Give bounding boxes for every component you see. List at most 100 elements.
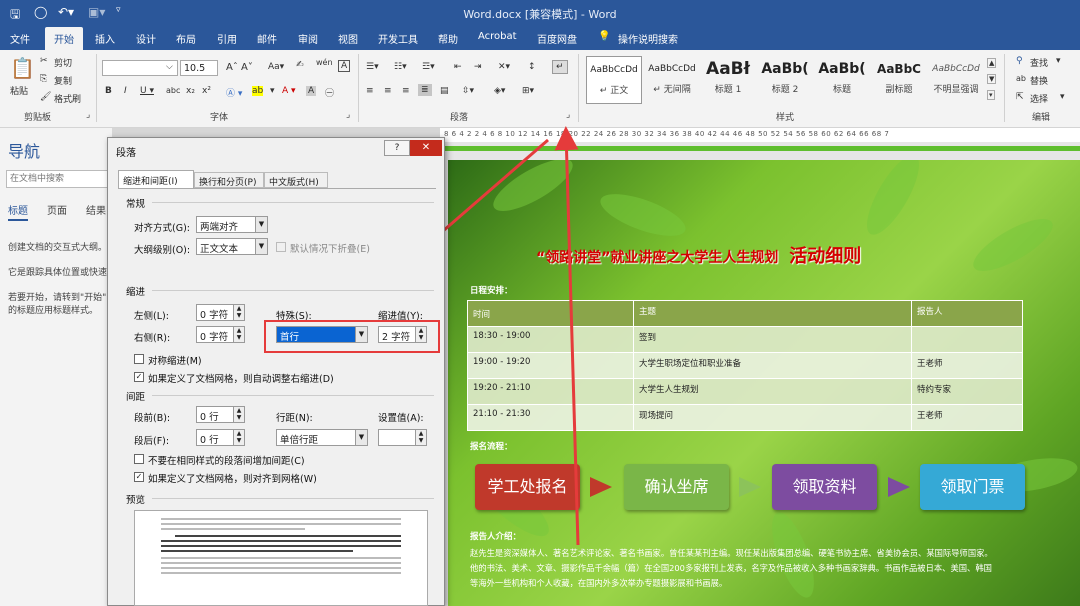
italic-icon[interactable]: I: [124, 86, 127, 96]
chinese-layout-icon[interactable]: ✕▾: [498, 62, 510, 72]
paste-button[interactable]: 粘贴: [10, 84, 28, 97]
align-right-icon[interactable]: ≡: [402, 86, 410, 96]
right-indent-input[interactable]: 0 字符: [196, 326, 234, 343]
help-button[interactable]: ?: [384, 140, 410, 156]
grow-font-icon[interactable]: Aˆ A˅: [226, 62, 253, 73]
auto-adjust-checkbox[interactable]: ✓: [134, 372, 144, 382]
cut-button[interactable]: 剪切: [54, 56, 72, 69]
style-title[interactable]: AaBb( 标题: [814, 56, 870, 104]
tab-references[interactable]: 引用: [217, 31, 237, 46]
style-heading-2[interactable]: AaBb( 标题 2: [757, 56, 813, 104]
sort-icon[interactable]: ↕: [528, 62, 536, 72]
tab-review[interactable]: 审阅: [298, 31, 318, 46]
chevron-down-icon[interactable]: ⌵: [166, 62, 173, 72]
styles-scroll-up-icon[interactable]: ▲: [987, 58, 997, 68]
multilevel-list-icon[interactable]: ☲▾: [422, 62, 435, 72]
spinner-icon[interactable]: ▲ ▼: [233, 406, 245, 423]
nav-tab-pages[interactable]: 页面: [47, 202, 67, 217]
tab-acrobat[interactable]: Acrobat: [478, 31, 517, 42]
left-indent-input[interactable]: 0 字符: [196, 304, 234, 321]
highlight-dropdown-icon[interactable]: ▾: [270, 86, 275, 96]
nav-search-input[interactable]: [6, 170, 110, 188]
copy-button[interactable]: 复制: [54, 74, 72, 87]
find-button[interactable]: 查找: [1030, 56, 1048, 69]
decrease-indent-icon[interactable]: ⇤: [454, 62, 462, 72]
outline-level-select[interactable]: 正文文本: [196, 238, 256, 255]
tab-line-page-breaks[interactable]: 换行和分页(P): [194, 172, 264, 188]
subscript-icon[interactable]: x₂: [186, 86, 195, 96]
justify-icon[interactable]: ≣: [418, 84, 432, 96]
highlight-icon[interactable]: ab: [252, 86, 264, 96]
chevron-down-icon[interactable]: ▾: [1060, 92, 1065, 102]
tab-insert[interactable]: 插入: [95, 31, 115, 46]
underline-icon[interactable]: U ▾: [140, 86, 154, 96]
spinner-icon[interactable]: ▲ ▼: [233, 304, 245, 321]
clear-format-icon[interactable]: ✍: [296, 60, 304, 70]
mirror-indents-checkbox[interactable]: [134, 354, 144, 364]
select-button[interactable]: 选择: [1030, 92, 1048, 105]
numbering-icon[interactable]: ☷▾: [394, 62, 407, 72]
phonetic-guide-icon[interactable]: wén: [316, 58, 333, 67]
nav-tab-results[interactable]: 结果: [86, 202, 106, 217]
chevron-down-icon[interactable]: ▼: [255, 216, 268, 233]
paragraph-dialog-launcher-icon[interactable]: ⌟: [566, 110, 570, 120]
character-border-icon[interactable]: A: [338, 60, 351, 72]
align-center-icon[interactable]: ≡: [384, 86, 392, 96]
format-painter-icon[interactable]: 🖌: [40, 92, 51, 102]
chevron-down-icon[interactable]: ▾: [1056, 56, 1061, 66]
distributed-icon[interactable]: ▤: [440, 86, 449, 96]
replace-button[interactable]: 替换: [1030, 74, 1048, 87]
tab-home[interactable]: 开始: [45, 27, 83, 50]
line-spacing-icon[interactable]: ⇳▾: [462, 86, 474, 96]
strikethrough-icon[interactable]: abc: [166, 86, 180, 95]
increase-indent-icon[interactable]: ⇥: [474, 62, 482, 72]
alignment-select[interactable]: 两端对齐: [196, 216, 256, 233]
shading-icon[interactable]: ◈▾: [494, 86, 505, 96]
change-case-icon[interactable]: Aa▾: [268, 62, 284, 72]
tab-view[interactable]: 视图: [338, 31, 358, 46]
style-subtitle[interactable]: AaBbC 副标题: [871, 56, 927, 104]
font-size-box[interactable]: 10.5: [180, 60, 218, 76]
nav-tab-headings[interactable]: 标题: [8, 202, 28, 221]
no-space-same-style-checkbox[interactable]: [134, 454, 144, 464]
paste-icon[interactable]: 📋: [10, 56, 35, 80]
tell-me-search[interactable]: 操作说明搜索: [618, 31, 678, 46]
select-icon[interactable]: ⇱: [1016, 92, 1024, 102]
copy-icon[interactable]: ⎘: [40, 74, 47, 84]
tab-mailings[interactable]: 邮件: [257, 31, 277, 46]
tab-developer[interactable]: 开发工具: [378, 31, 418, 46]
style-subtle-emphasis[interactable]: AaBbCcDd 不明显强调: [928, 56, 984, 104]
tab-layout[interactable]: 布局: [176, 31, 196, 46]
at-input[interactable]: [378, 429, 416, 446]
styles-scroll-down-icon[interactable]: ▼: [987, 74, 997, 84]
tab-baidu-pan[interactable]: 百度网盘: [537, 31, 577, 46]
bold-icon[interactable]: B: [105, 86, 112, 96]
collapse-checkbox[interactable]: [276, 242, 286, 252]
styles-more-icon[interactable]: ▾: [987, 90, 995, 100]
replace-icon[interactable]: ab: [1016, 74, 1026, 83]
chevron-down-icon[interactable]: ▼: [355, 429, 368, 446]
superscript-icon[interactable]: x²: [202, 86, 211, 96]
tab-help[interactable]: 帮助: [438, 31, 458, 46]
cut-icon[interactable]: ✂: [40, 56, 48, 66]
align-left-icon[interactable]: ≡: [366, 86, 374, 96]
tab-design[interactable]: 设计: [136, 31, 156, 46]
text-effects-icon[interactable]: Ⓐ ▾: [226, 86, 242, 99]
show-marks-icon[interactable]: ↵: [552, 60, 568, 74]
space-after-input[interactable]: 0 行: [196, 429, 234, 446]
dialog-launcher-icon[interactable]: ⌟: [86, 110, 90, 120]
spinner-icon[interactable]: ▲ ▼: [233, 326, 245, 343]
bullets-icon[interactable]: ☰▾: [366, 62, 379, 72]
search-icon[interactable]: ⚲: [1016, 56, 1023, 66]
character-shading-icon[interactable]: A: [306, 86, 317, 96]
font-color-icon[interactable]: A ▾: [282, 86, 296, 96]
chevron-down-icon[interactable]: ▼: [255, 238, 268, 255]
enclose-character-icon[interactable]: ㊀: [325, 86, 334, 99]
snap-to-grid-checkbox[interactable]: ✓: [134, 472, 144, 482]
space-before-input[interactable]: 0 行: [196, 406, 234, 423]
style-heading-1[interactable]: AaBł 标题 1: [700, 56, 756, 104]
tab-asian-typography[interactable]: 中文版式(H): [264, 172, 328, 188]
format-painter-button[interactable]: 格式刷: [54, 92, 81, 105]
spinner-icon[interactable]: ▲ ▼: [415, 429, 427, 446]
spinner-icon[interactable]: ▲ ▼: [233, 429, 245, 446]
